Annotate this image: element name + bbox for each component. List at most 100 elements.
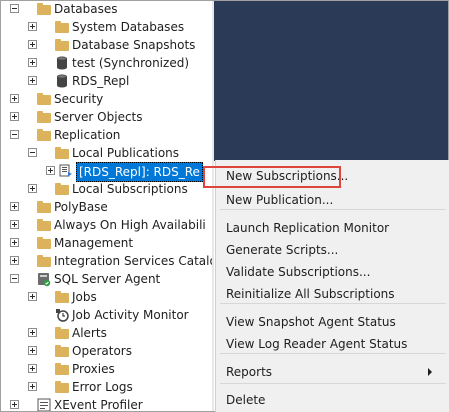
expand-icon[interactable]: [10, 238, 19, 247]
folder-icon: [54, 181, 70, 197]
database-icon: [54, 73, 70, 89]
menu-item-label: Launch Replication Monitor: [226, 221, 390, 235]
expand-icon[interactable]: [28, 364, 37, 373]
tree-node[interactable]: Local Subscriptions: [1, 180, 212, 198]
collapse-icon[interactable]: [10, 274, 19, 283]
menu-item-launch-replication-monitor[interactable]: Launch Replication Monitor: [226, 218, 440, 238]
tree-node[interactable]: Local Publications: [1, 144, 212, 162]
tree-node[interactable]: [RDS_Repl]: RDS_Re: [1, 162, 212, 182]
collapse-icon[interactable]: [10, 4, 19, 13]
tree-node-label: XEvent Profiler: [54, 398, 143, 411]
expand-icon[interactable]: [28, 292, 37, 301]
sql-agent-icon: [36, 271, 52, 287]
tree-node-label: Jobs: [72, 290, 97, 304]
expand-icon[interactable]: [46, 166, 55, 175]
tree-node[interactable]: RDS_Repl: [1, 72, 212, 90]
tree-node[interactable]: Database Snapshots: [1, 36, 212, 54]
tree-node[interactable]: Jobs: [1, 288, 212, 306]
tree-node-label: PolyBase: [54, 200, 108, 214]
tree-node-label: RDS_Repl: [72, 74, 130, 88]
collapse-icon[interactable]: [10, 130, 19, 139]
expand-icon[interactable]: [28, 22, 37, 31]
tree-node-label: Database Snapshots: [72, 38, 196, 52]
expand-icon[interactable]: [28, 346, 37, 355]
folder-icon: [36, 235, 52, 251]
tree-node[interactable]: PolyBase: [1, 198, 212, 216]
folder-icon: [36, 1, 52, 17]
expand-icon[interactable]: [28, 76, 37, 85]
menu-separator: [220, 209, 446, 210]
menu-item-label: Reports: [226, 365, 273, 379]
object-explorer-tree[interactable]: Databases System Databases Database Snapsh…: [1, 1, 212, 411]
menu-item-reinitialize-all-subscriptions[interactable]: Reinitialize All Subscriptions: [226, 284, 440, 304]
menu-separator: [220, 303, 446, 304]
tree-node[interactable]: Proxies: [1, 360, 212, 378]
folder-icon: [36, 217, 52, 233]
tree-node[interactable]: Operators: [1, 342, 212, 360]
tree-node-label: SQL Server Agent: [54, 272, 161, 286]
tree-node[interactable]: Replication: [1, 126, 212, 144]
tree-node-label: Server Objects: [54, 110, 143, 124]
tree-node-label: System Databases: [72, 20, 185, 34]
tree-node-label: [RDS_Repl]: RDS_Re: [76, 162, 203, 182]
expand-icon[interactable]: [28, 184, 37, 193]
expand-icon[interactable]: [28, 40, 37, 49]
expand-icon[interactable]: [10, 112, 19, 121]
tree-node[interactable]: Databases: [1, 1, 212, 18]
tree-node[interactable]: Always On High Availabili: [1, 216, 212, 234]
tree-node[interactable]: Alerts: [1, 324, 212, 342]
menu-item-view-log-reader-agent-status[interactable]: View Log Reader Agent Status: [226, 334, 440, 354]
submenu-arrow-icon: [428, 368, 432, 376]
folder-icon: [54, 145, 70, 161]
tree-node[interactable]: Job Activity Monitor: [1, 306, 212, 324]
expand-icon[interactable]: [28, 58, 37, 67]
folder-icon: [54, 289, 70, 305]
folder-icon: [54, 379, 70, 395]
menu-separator: [220, 383, 446, 384]
tree-node-label: Management: [54, 236, 134, 250]
tree-node-label: Always On High Availabili: [54, 218, 206, 232]
tree-node-label: Operators: [72, 344, 132, 358]
tree-node[interactable]: test (Synchronized): [1, 54, 212, 72]
expand-icon[interactable]: [10, 220, 19, 229]
tree-node[interactable]: System Databases: [1, 18, 212, 36]
tree-node[interactable]: Integration Services Catalo: [1, 252, 212, 270]
menu-item-delete[interactable]: Delete: [226, 390, 440, 410]
expand-icon[interactable]: [10, 400, 19, 409]
expand-icon[interactable]: [28, 382, 37, 391]
tree-node-label: Error Logs: [72, 380, 133, 394]
database-icon: [54, 55, 70, 71]
tree-node[interactable]: SQL Server Agent: [1, 270, 212, 288]
menu-item-label: Reinitialize All Subscriptions: [226, 287, 395, 301]
xevent-icon: [36, 397, 52, 411]
tree-node[interactable]: Server Objects: [1, 108, 212, 126]
expand-icon[interactable]: [28, 328, 37, 337]
collapse-icon[interactable]: [28, 148, 37, 157]
folder-icon: [54, 361, 70, 377]
expand-icon[interactable]: [10, 94, 19, 103]
context-menu: New Subscriptions... New Publication... La…: [215, 160, 449, 412]
menu-item-reports[interactable]: Reports: [226, 362, 440, 382]
expand-icon[interactable]: [10, 256, 19, 265]
tree-node[interactable]: XEvent Profiler: [1, 396, 212, 411]
folder-icon: [54, 37, 70, 53]
highlight-box: [203, 166, 341, 188]
tree-node-label: Proxies: [72, 362, 115, 376]
menu-separator: [220, 353, 446, 354]
tree-node-label: Security: [54, 92, 104, 106]
tree-node[interactable]: Management: [1, 234, 212, 252]
document-area: [214, 1, 448, 161]
tree-node-label: test (Synchronized): [72, 56, 189, 70]
folder-icon: [36, 91, 52, 107]
tree-node[interactable]: Security: [1, 90, 212, 108]
tree-node-label: Local Subscriptions: [72, 182, 188, 196]
expand-icon[interactable]: [10, 202, 19, 211]
folder-icon: [54, 19, 70, 35]
menu-item-validate-subscriptions[interactable]: Validate Subscriptions...: [226, 262, 440, 282]
menu-item-new-publication[interactable]: New Publication...: [226, 190, 440, 210]
menu-item-label: Delete: [226, 393, 266, 407]
folder-icon: [36, 109, 52, 125]
tree-node[interactable]: Error Logs: [1, 378, 212, 396]
menu-item-generate-scripts[interactable]: Generate Scripts...: [226, 240, 440, 260]
menu-item-view-snapshot-agent-status[interactable]: View Snapshot Agent Status: [226, 312, 440, 332]
